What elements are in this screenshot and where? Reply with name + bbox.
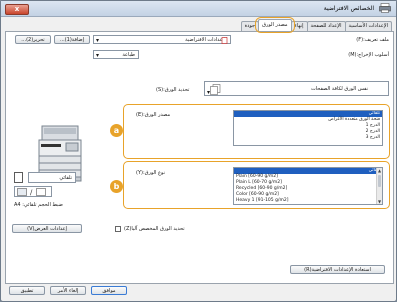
paper-type-group: b نوع الورق:(Y) تلقائي Plain [60-90 g/m2… <box>110 161 390 209</box>
apply-button[interactable]: تطبيق <box>9 286 45 295</box>
tab-highlight-ring <box>255 17 295 33</box>
svg-text:/: / <box>30 189 33 197</box>
output-method-label: أسلوب الإخراج:(M) <box>348 52 389 58</box>
layout-selector[interactable]: / <box>14 186 52 197</box>
paper-type-list[interactable]: تلقائي Plain [60-90 g/m2] Plain L [60-70… <box>233 167 383 205</box>
paper-type-label: نوع الورق:(Y) <box>136 170 165 176</box>
tab-page-setup[interactable]: الإعداد للصفحة <box>306 21 346 31</box>
paper-selection-label: تحديد الورق:(S) <box>156 87 190 93</box>
auto-size-status: ضبط الحجم تلقائي: A4 <box>14 202 63 208</box>
preview-mode-select[interactable]: تلقائي <box>28 172 76 183</box>
callout-badge-b: b <box>110 180 123 193</box>
manual-feed-checkbox[interactable] <box>115 226 121 232</box>
restore-defaults-button[interactable]: استعادة الإعدادات الافتراضية(R) <box>290 265 385 274</box>
manual-feed-label: تحديد الورق المخصص آليا(Z) <box>124 226 185 232</box>
layout-icon: / <box>17 188 46 197</box>
profile-label: ملف تعريف:(F) <box>356 37 389 43</box>
document-icon <box>221 37 228 44</box>
tab-basic-settings[interactable]: الإعدادات الأساسية <box>344 21 392 31</box>
close-button[interactable]: x <box>5 4 29 15</box>
scroll-up-icon[interactable]: ▲ <box>377 168 382 173</box>
paper-selection-value: نفس الورق لكافة الصفحات <box>311 86 368 92</box>
printer-icon <box>379 3 391 13</box>
paper-source-group: a مصدر الورق:(E) تلقائي فتحة الورق متعدد… <box>110 104 390 159</box>
preview-mode-value: تلقائي <box>59 175 72 181</box>
paper-source-label: مصدر الورق:(E) <box>136 112 171 118</box>
tab-paper-source[interactable]: مصدر الورق <box>255 17 295 33</box>
properties-dialog: x الخصائص الافتراضية الإعدادات الأساسية … <box>0 0 397 302</box>
window-title: الخصائص الافتراضية <box>323 5 374 12</box>
view-settings-button[interactable]: إعدادات العرض(V) <box>12 224 82 233</box>
scrollbar[interactable]: ▲ ▼ <box>376 168 382 204</box>
pages-icon <box>210 84 221 95</box>
paper-selection-select[interactable]: ▾ نفس الورق لكافة الصفحات <box>204 81 389 96</box>
list-item[interactable]: Heavy 1 [91-105 g/m2] <box>234 198 382 204</box>
title-bar: x الخصائص الافتراضية <box>1 1 396 17</box>
paper-source-panel: ملف تعريف:(F) ▾ الإعدادات الافتراضية إضا… <box>5 31 394 284</box>
edit-profile-button[interactable]: تحرير(2)... <box>15 35 51 44</box>
output-method-select[interactable]: ▾ طباعة <box>93 50 139 59</box>
paper-source-list[interactable]: تلقائي فتحة الورق متعددة الأغراض الدرج 1… <box>233 110 383 146</box>
cancel-button[interactable]: إلغاء الأمر <box>50 286 86 295</box>
chevron-down-icon: ▾ <box>96 37 100 44</box>
chevron-down-icon: ▾ <box>96 52 100 59</box>
ok-button[interactable]: موافق <box>91 286 127 295</box>
callout-badge-a: a <box>110 124 123 137</box>
profile-select[interactable]: ▾ الإعدادات الافتراضية <box>93 35 231 44</box>
scroll-thumb[interactable] <box>378 175 381 187</box>
tab-strip: الإعدادات الأساسية الإعداد للصفحة إنهاء … <box>240 17 392 33</box>
list-item[interactable]: الدرج 3 <box>234 135 382 141</box>
page-preview-icon[interactable] <box>14 172 23 183</box>
output-method-value: طباعة <box>122 52 135 58</box>
scroll-down-icon[interactable]: ▼ <box>377 199 382 204</box>
add-profile-button[interactable]: إضافة(1)... <box>54 35 90 44</box>
